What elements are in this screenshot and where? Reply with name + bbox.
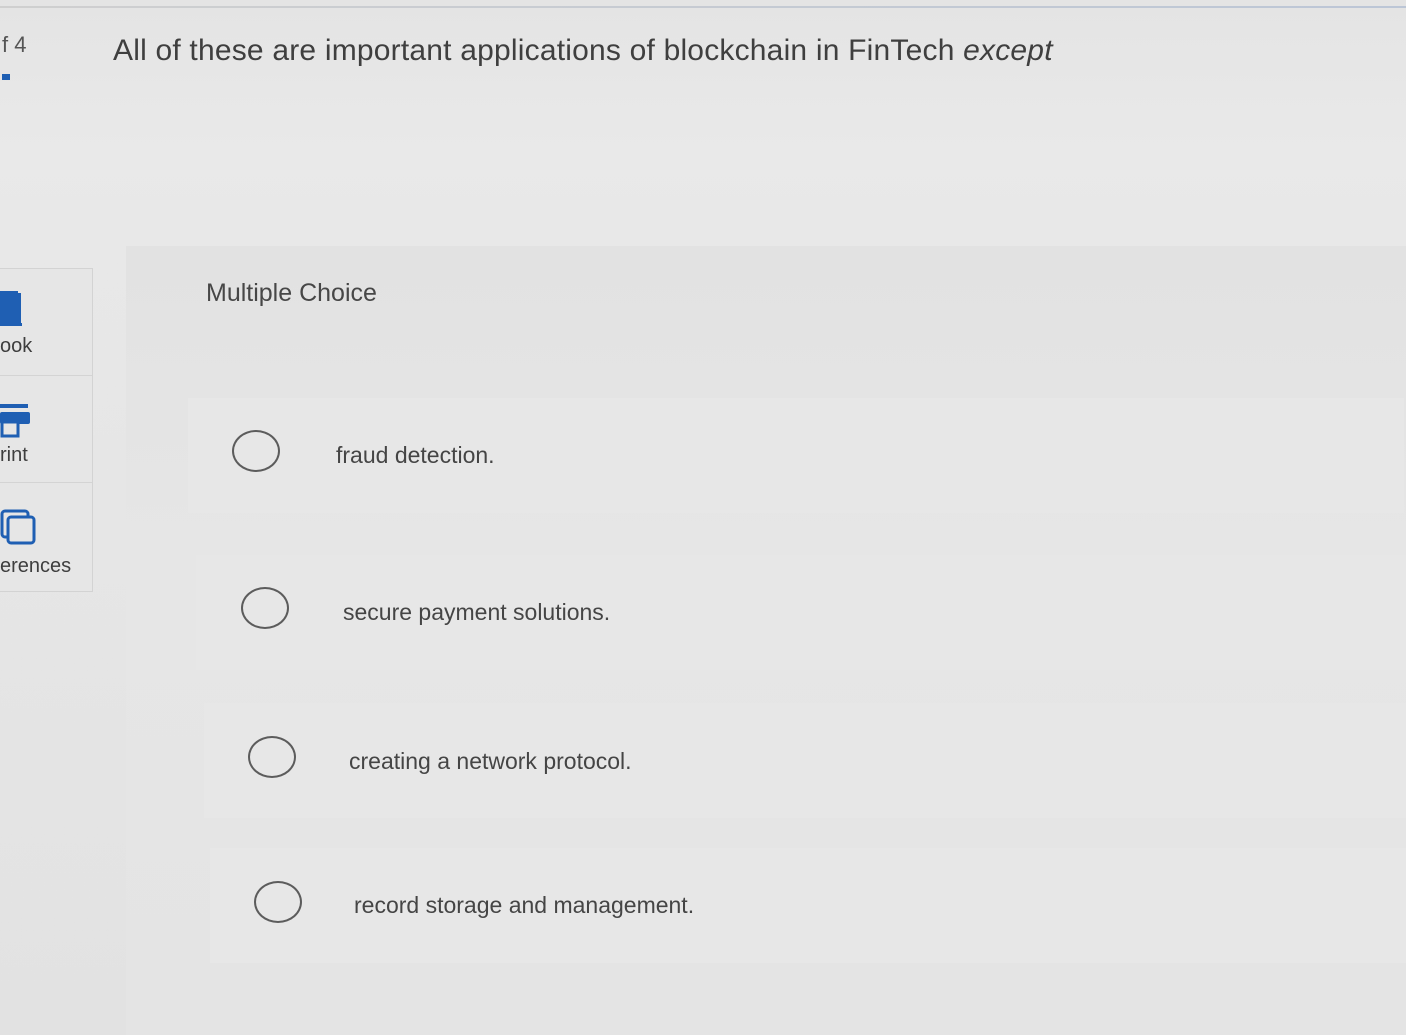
sidebar-item-label: rint: [0, 444, 28, 466]
sidebar-item-label: ook: [0, 335, 33, 357]
choice-radio[interactable]: [232, 430, 280, 472]
choice-row[interactable]: record storage and management.: [210, 848, 1406, 963]
choice-label: fraud detection.: [336, 442, 495, 468]
sidebar-item-label: erences: [0, 555, 72, 577]
question-text: All of these are important applications …: [113, 34, 955, 67]
sidebar-item-references[interactable]: erences: [0, 483, 92, 589]
choice-row[interactable]: creating a network protocol.: [204, 703, 1406, 818]
book-icon: [0, 289, 24, 334]
header-divider: [0, 6, 1406, 8]
printer-icon: [0, 404, 32, 443]
sidebar-item-ebook[interactable]: ook: [0, 269, 92, 376]
question-prompt: All of these are important applications …: [113, 34, 1053, 68]
choice-row[interactable]: secure payment solutions.: [196, 555, 1406, 670]
question-progress-marker: [2, 74, 10, 80]
choice-label: creating a network protocol.: [349, 748, 632, 774]
choice-radio[interactable]: [254, 881, 302, 923]
choice-row[interactable]: fraud detection.: [188, 398, 1404, 513]
choice-label: record storage and management.: [354, 892, 695, 918]
question-type-label: Multiple Choice: [206, 279, 377, 307]
sidebar-item-print[interactable]: rint: [0, 376, 92, 483]
question-emphasis: except: [963, 34, 1053, 67]
choice-radio[interactable]: [241, 587, 289, 629]
question-number: f 4: [2, 32, 27, 57]
choice-radio[interactable]: [248, 736, 296, 778]
tools-sidebar: ook rint erences: [0, 268, 93, 592]
choice-label: secure payment solutions.: [343, 599, 611, 625]
references-icon: [0, 509, 40, 552]
